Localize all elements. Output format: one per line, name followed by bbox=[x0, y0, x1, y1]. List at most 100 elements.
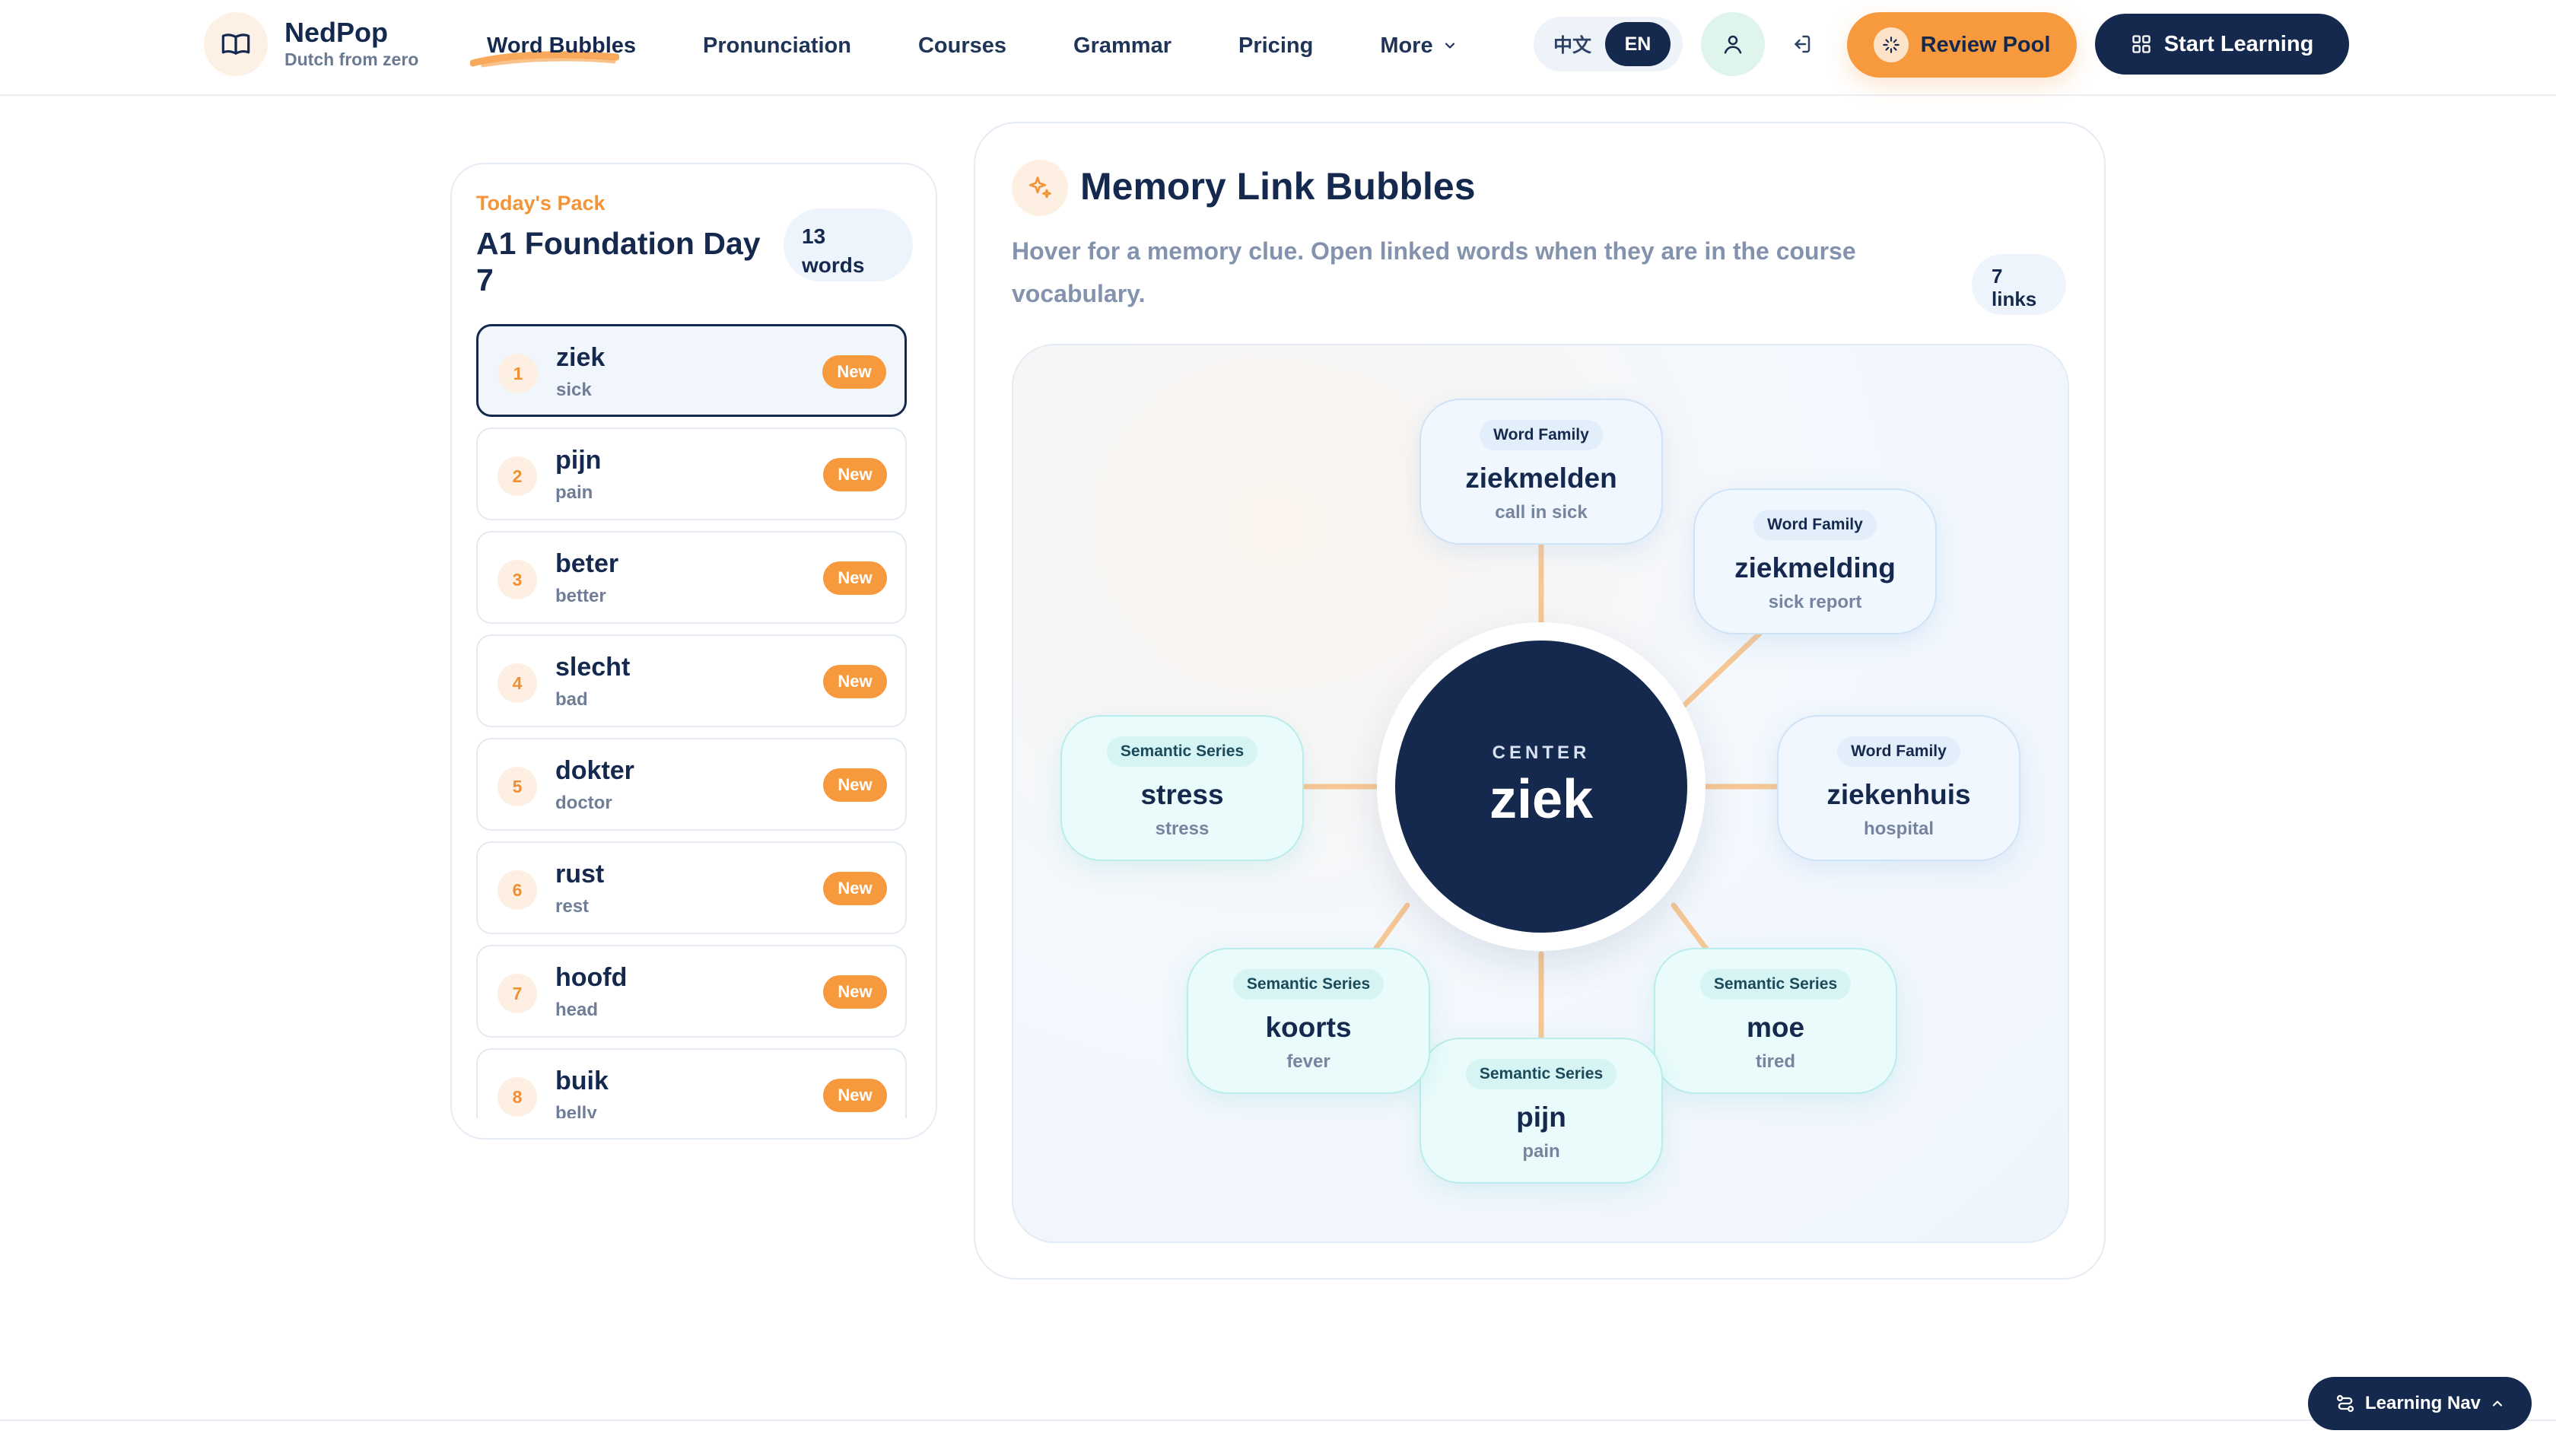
word-english: head bbox=[555, 1000, 599, 1020]
word-row-pijn[interactable]: 2 pijn pain New bbox=[476, 428, 907, 520]
word-number: 6 bbox=[498, 870, 537, 910]
word-english: bad bbox=[555, 689, 588, 710]
review-pool-label: Review Pool bbox=[1920, 32, 2051, 57]
nav-more-label: More bbox=[1380, 33, 1433, 58]
bubble-translation: stress bbox=[1155, 819, 1210, 839]
word-dutch: slecht bbox=[555, 653, 631, 682]
learning-nav-button[interactable]: Learning Nav bbox=[2308, 1377, 2532, 1430]
learning-nav-label: Learning Nav bbox=[2364, 1393, 2481, 1413]
language-toggle: 中文 EN bbox=[1534, 17, 1683, 72]
bubble-word: ziekmelden bbox=[1465, 463, 1617, 494]
bubble-pijn[interactable]: Semantic Series pijn pain bbox=[1419, 1038, 1663, 1184]
word-dutch: beter bbox=[555, 549, 619, 578]
new-badge: New bbox=[823, 458, 887, 491]
new-badge: New bbox=[823, 872, 887, 905]
word-list[interactable]: 1 ziek sick New 2 pijn pain New 3 beter … bbox=[476, 324, 907, 1118]
word-number: 3 bbox=[498, 560, 537, 599]
bubble-type-tag: Word Family bbox=[1480, 420, 1603, 450]
logout-button[interactable] bbox=[1769, 12, 1833, 76]
review-pool-button[interactable]: Review Pool bbox=[1847, 12, 2077, 78]
sparkle-icon bbox=[1012, 160, 1068, 216]
bubble-word: pijn bbox=[1516, 1102, 1566, 1133]
word-row-buik[interactable]: 8 buik belly New bbox=[476, 1048, 907, 1118]
bubble-ziekenhuis[interactable]: Word Family ziekenhuis hospital bbox=[1777, 715, 2020, 861]
lang-option-en[interactable]: EN bbox=[1605, 22, 1671, 66]
main-nav: Word Bubbles Pronunciation Courses Gramm… bbox=[470, 27, 1524, 67]
word-english: better bbox=[555, 586, 606, 606]
nav-more-dropdown[interactable]: More bbox=[1380, 33, 1457, 59]
pack-count-number: 13 bbox=[802, 224, 826, 248]
links-count: 7 links bbox=[1972, 254, 2066, 315]
bubble-translation: call in sick bbox=[1495, 502, 1588, 523]
bubble-translation: sick report bbox=[1768, 592, 1862, 612]
nav-label: Word Bubbles bbox=[487, 33, 637, 58]
word-row-slecht[interactable]: 4 slecht bad New bbox=[476, 634, 907, 727]
bubble-type-tag: Semantic Series bbox=[1106, 736, 1258, 767]
word-dutch: buik bbox=[555, 1067, 609, 1095]
brand-subtitle: Dutch from zero bbox=[285, 49, 419, 69]
grid-icon bbox=[2132, 35, 2151, 53]
pack-word-count: 13 words bbox=[784, 208, 913, 281]
new-badge: New bbox=[823, 975, 887, 1009]
nav-word-bubbles[interactable]: Word Bubbles bbox=[470, 33, 637, 67]
start-learning-label: Start Learning bbox=[2163, 31, 2314, 56]
nav-pronunciation[interactable]: Pronunciation bbox=[703, 33, 851, 59]
footer-divider bbox=[0, 1419, 2556, 1421]
links-count-unit: links bbox=[1992, 288, 2037, 310]
bubble-translation: hospital bbox=[1863, 819, 1934, 839]
chevron-down-icon bbox=[1445, 43, 1454, 49]
brand-name: NedPop bbox=[285, 17, 389, 48]
nav-grammar[interactable]: Grammar bbox=[1073, 33, 1172, 59]
word-dutch: dokter bbox=[555, 756, 634, 785]
center-kicker: CENTER bbox=[1492, 742, 1591, 763]
word-row-hoofd[interactable]: 7 hoofd head New bbox=[476, 945, 907, 1038]
word-row-beter[interactable]: 3 beter better New bbox=[476, 531, 907, 624]
nav-courses[interactable]: Courses bbox=[918, 33, 1006, 59]
chevron-up-icon bbox=[2492, 1400, 2503, 1407]
bubble-ziekmelden[interactable]: Word Family ziekmelden call in sick bbox=[1419, 399, 1663, 545]
bubble-word: stress bbox=[1140, 779, 1224, 810]
new-badge: New bbox=[823, 768, 887, 802]
bubble-map: CENTER ziek Word Family ziekmelden call … bbox=[1012, 344, 2069, 1243]
word-dutch: pijn bbox=[555, 446, 602, 475]
sparkle-icon bbox=[1873, 27, 1909, 62]
word-dutch: rust bbox=[555, 860, 605, 889]
word-english: pain bbox=[555, 482, 593, 503]
word-dutch: hoofd bbox=[555, 963, 628, 992]
pack-title: A1 Foundation Day 7 bbox=[476, 226, 761, 297]
top-header: NedPop Dutch from zero Word Bubbles Pron… bbox=[0, 0, 2556, 96]
word-number: 5 bbox=[498, 767, 537, 806]
new-badge: New bbox=[823, 665, 887, 698]
start-learning-button[interactable]: Start Learning bbox=[2095, 14, 2349, 75]
new-badge: New bbox=[823, 1079, 887, 1112]
panel-description: Hover for a memory clue. Open linked wor… bbox=[1012, 237, 1856, 307]
bubble-translation: fever bbox=[1286, 1051, 1330, 1072]
bubble-stress[interactable]: Semantic Series stress stress bbox=[1060, 715, 1304, 861]
bubble-koorts[interactable]: Semantic Series koorts fever bbox=[1187, 948, 1430, 1094]
bubble-word: koorts bbox=[1265, 1012, 1352, 1043]
lang-option-zh[interactable]: 中文 bbox=[1540, 22, 1605, 66]
word-row-dokter[interactable]: 5 dokter doctor New bbox=[476, 738, 907, 831]
center-word: ziek bbox=[1489, 769, 1594, 830]
bubble-type-tag: Semantic Series bbox=[1465, 1059, 1617, 1089]
book-icon bbox=[204, 12, 268, 76]
bubble-moe[interactable]: Semantic Series moe tired bbox=[1654, 948, 1897, 1094]
memory-link-panel: Memory Link Bubbles Hover for a memory c… bbox=[974, 122, 2106, 1280]
panel-title: Memory Link Bubbles bbox=[1080, 165, 1476, 208]
brand[interactable]: NedPop Dutch from zero bbox=[204, 12, 419, 76]
bubble-word: ziekmelding bbox=[1734, 552, 1896, 583]
center-word-node[interactable]: CENTER ziek bbox=[1395, 641, 1687, 933]
word-number: 1 bbox=[498, 354, 538, 393]
route-icon bbox=[2336, 1394, 2354, 1413]
bubble-type-tag: Semantic Series bbox=[1699, 969, 1852, 1000]
word-row-ziek[interactable]: 1 ziek sick New bbox=[476, 324, 907, 417]
links-count-number: 7 bbox=[1992, 265, 2003, 288]
word-row-rust[interactable]: 6 rust rest New bbox=[476, 841, 907, 934]
profile-button[interactable] bbox=[1701, 12, 1765, 76]
bubble-translation: pain bbox=[1522, 1141, 1560, 1162]
logout-icon bbox=[1795, 35, 1810, 53]
nav-pricing[interactable]: Pricing bbox=[1238, 33, 1313, 59]
bubble-ziekmelding[interactable]: Word Family ziekmelding sick report bbox=[1693, 488, 1937, 634]
word-english: doctor bbox=[555, 793, 612, 813]
word-english: sick bbox=[556, 380, 592, 400]
